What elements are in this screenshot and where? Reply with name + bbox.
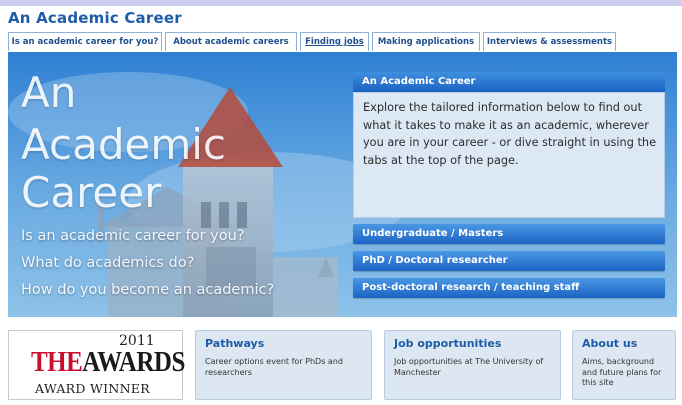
hero-title-line-3: Career [21, 168, 162, 217]
hero-title-line-1: An [21, 68, 77, 117]
awards-title: THEAWARDS [31, 347, 185, 379]
tab-making-applications[interactable]: Making applications [372, 32, 480, 51]
hero-banner: An Academic Career Is an academic career… [8, 52, 677, 317]
link-undergraduate-masters[interactable]: Undergraduate / Masters [353, 224, 665, 244]
hero-question-career-for-you[interactable]: Is an academic career for you? [21, 228, 245, 244]
tab-about-careers[interactable]: About academic careers [165, 32, 297, 51]
card-pathways-text: Career options event for PhDs and resear… [205, 357, 343, 377]
page-title: An Academic Career [8, 9, 182, 27]
info-panel-body: Explore the tailored information below t… [353, 92, 665, 218]
card-job-opportunities[interactable]: Job opportunities Job opportunities at T… [384, 330, 561, 400]
card-about-us-text: Aims, background and future plans for th… [582, 357, 662, 387]
hero-title-line-2: Academic [21, 120, 226, 169]
tab-career-for-you[interactable]: Is an academic career for you? [8, 32, 162, 51]
awards-subtitle: AWARD WINNER [35, 381, 150, 396]
card-pathways-title[interactable]: Pathways [205, 337, 363, 350]
card-job-opportunities-text: Job opportunities at The University of M… [394, 357, 544, 377]
top-strip [0, 0, 682, 6]
hero-question-become-academic[interactable]: How do you become an academic? [21, 282, 274, 298]
link-phd-doctoral[interactable]: PhD / Doctoral researcher [353, 251, 665, 271]
awards-word: AWARDS [82, 347, 185, 379]
card-job-opportunities-title[interactable]: Job opportunities [394, 337, 552, 350]
awards-logo: 2011 THEAWARDS AWARD WINNER [8, 330, 185, 400]
info-panel-header: An Academic Career [353, 72, 665, 92]
tab-finding-jobs[interactable]: Finding jobs [300, 32, 369, 51]
card-pathways[interactable]: Pathways Career options event for PhDs a… [195, 330, 372, 400]
card-about-us[interactable]: About us Aims, background and future pla… [572, 330, 676, 400]
hero-question-what-academics-do[interactable]: What do academics do? [21, 255, 194, 271]
link-postdoc-staff[interactable]: Post-doctoral research / teaching staff [353, 278, 665, 298]
tab-interviews[interactable]: Interviews & assessments [483, 32, 616, 51]
card-about-us-title[interactable]: About us [582, 337, 667, 350]
awards-the: THE [31, 347, 83, 379]
